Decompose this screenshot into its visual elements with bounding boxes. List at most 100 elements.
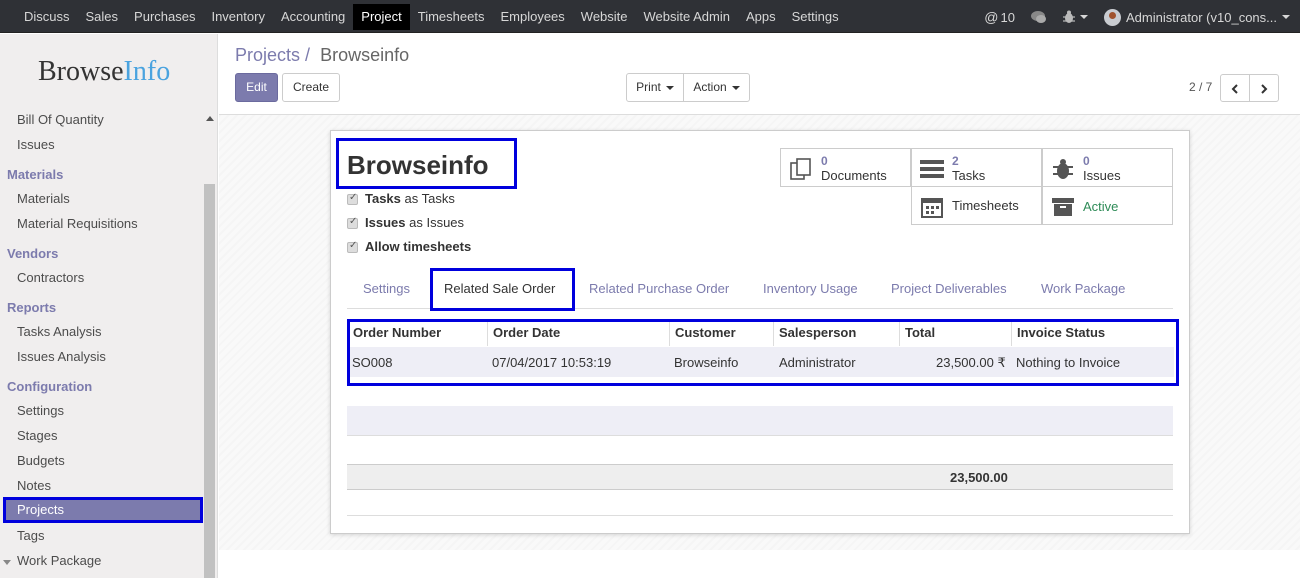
company-logo: BrowseInfo xyxy=(38,56,171,87)
column-separator xyxy=(669,322,670,346)
debug-menu-button[interactable] xyxy=(1062,10,1088,24)
calendar-icon xyxy=(921,198,943,218)
user-name: Administrator (v10_cons... xyxy=(1125,9,1277,25)
tab-inventory-usage[interactable]: Inventory Usage xyxy=(763,281,858,296)
tasks-label: Tasks xyxy=(952,168,986,183)
sidebar-item-budgets[interactable]: Budgets xyxy=(17,453,65,468)
messaging-button[interactable] xyxy=(1030,10,1047,24)
chevron-left-icon xyxy=(1231,84,1238,94)
user-menu[interactable]: Administrator (v10_cons... xyxy=(1103,8,1290,26)
column-separator xyxy=(1011,322,1012,346)
menu-settings[interactable]: Settings xyxy=(784,4,847,30)
sidebar-item-bill-of-quantity[interactable]: Bill Of Quantity xyxy=(17,112,104,127)
menu-apps[interactable]: Apps xyxy=(738,4,784,30)
menu-inventory[interactable]: Inventory xyxy=(203,4,272,30)
chevron-down-icon xyxy=(665,85,674,90)
column-header-order-number[interactable]: Order Number xyxy=(353,325,441,340)
column-separator xyxy=(773,322,774,346)
tab-work-package[interactable]: Work Package xyxy=(1041,281,1125,296)
menu-employees[interactable]: Employees xyxy=(492,4,572,30)
project-title[interactable]: Browseinfo xyxy=(347,150,489,181)
sidebar-item-issues[interactable]: Issues xyxy=(17,137,55,152)
sidebar-item-projects[interactable]: Projects xyxy=(3,497,203,523)
menu-timesheets[interactable]: Timesheets xyxy=(410,4,493,30)
sidebar-category-reports[interactable]: Reports xyxy=(7,300,56,315)
sidebar-category-materials[interactable]: Materials xyxy=(7,167,63,182)
main-menu: Discuss Sales Purchases Inventory Accoun… xyxy=(16,4,847,30)
breadcrumb-projects-link[interactable]: Projects xyxy=(235,45,300,65)
cell-salesperson: Administrator xyxy=(779,355,856,370)
allow-timesheets-checkbox[interactable] xyxy=(347,240,358,253)
issues-checkbox-label: Issues as Issues xyxy=(365,215,465,230)
tasks-icon xyxy=(920,160,944,178)
footer-total: 23,500.00 xyxy=(950,470,1008,485)
top-navbar: Discuss Sales Purchases Inventory Accoun… xyxy=(0,0,1300,33)
documents-icon xyxy=(790,158,811,180)
sidebar-item-material-requisitions[interactable]: Material Requisitions xyxy=(17,216,138,231)
documents-smart-button[interactable]: 0 Documents xyxy=(780,148,911,187)
menu-purchases[interactable]: Purchases xyxy=(126,4,203,30)
sidebar-scrollbar[interactable] xyxy=(204,184,215,578)
timesheets-smart-button[interactable]: Timesheets xyxy=(911,186,1042,225)
sidebar: BrowseInfo Bill Of Quantity Issues Mater… xyxy=(0,34,218,578)
cell-invoice-status: Nothing to Invoice xyxy=(1016,355,1121,370)
column-separator xyxy=(487,322,488,346)
pager-next-button[interactable] xyxy=(1249,74,1279,102)
allow-timesheets-label: Allow timesheets xyxy=(365,239,472,254)
sidebar-category-configuration[interactable]: Configuration xyxy=(7,379,92,394)
mentions-button[interactable]: @ 10 xyxy=(984,9,1015,25)
breadcrumb-current: Browseinfo xyxy=(320,45,410,65)
breadcrumb: Projects / Browseinfo xyxy=(235,45,409,66)
edit-button[interactable]: Edit xyxy=(235,73,278,102)
column-header-salesperson[interactable]: Salesperson xyxy=(779,325,856,340)
tasks-count: 2 xyxy=(952,154,959,168)
archive-icon xyxy=(1052,198,1074,216)
table-footer xyxy=(347,464,1173,490)
sidebar-item-stages[interactable]: Stages xyxy=(17,428,57,443)
issues-smart-button[interactable]: 0 Issues xyxy=(1042,148,1173,187)
cell-customer: Browseinfo xyxy=(674,355,739,370)
cell-total: 23,500.00 ₹ xyxy=(936,355,1006,370)
at-icon: @ xyxy=(984,9,999,25)
tab-settings[interactable]: Settings xyxy=(363,281,410,296)
menu-project[interactable]: Project xyxy=(353,4,410,30)
sidebar-item-tags[interactable]: Tags xyxy=(17,528,44,543)
column-header-total[interactable]: Total xyxy=(905,325,935,340)
issues-checkbox[interactable] xyxy=(347,216,358,229)
menu-accounting[interactable]: Accounting xyxy=(273,4,353,30)
pager-value[interactable]: 2 / 7 xyxy=(1189,80,1212,94)
tasks-checkbox[interactable] xyxy=(347,192,358,205)
scroll-up-arrow-icon[interactable] xyxy=(206,116,214,121)
sidebar-item-work-package[interactable]: Work Package xyxy=(17,553,101,568)
pager-previous-button[interactable] xyxy=(1220,74,1250,102)
menu-sales[interactable]: Sales xyxy=(78,4,127,30)
row-divider xyxy=(347,515,1173,516)
mentions-count: 10 xyxy=(1000,9,1015,25)
menu-website[interactable]: Website xyxy=(573,4,636,30)
sidebar-item-materials[interactable]: Materials xyxy=(17,191,70,206)
create-button[interactable]: Create xyxy=(282,73,340,102)
sidebar-item-tasks-analysis[interactable]: Tasks Analysis xyxy=(17,324,102,339)
column-header-customer[interactable]: Customer xyxy=(675,325,736,340)
column-header-order-date[interactable]: Order Date xyxy=(493,325,560,340)
chevron-right-icon xyxy=(1261,84,1268,94)
tab-project-deliverables[interactable]: Project Deliverables xyxy=(891,281,1007,296)
sidebar-category-vendors[interactable]: Vendors xyxy=(7,246,58,261)
chevron-down-icon xyxy=(1079,15,1088,19)
empty-table-row xyxy=(347,406,1173,436)
print-dropdown[interactable]: Print xyxy=(626,73,684,102)
tab-related-purchase-order[interactable]: Related Purchase Order xyxy=(589,281,729,296)
menu-website-admin[interactable]: Website Admin xyxy=(636,4,738,30)
active-toggle-button[interactable]: Active xyxy=(1042,186,1173,225)
action-dropdown[interactable]: Action xyxy=(683,73,750,102)
tasks-smart-button[interactable]: 2 Tasks xyxy=(911,148,1042,187)
sidebar-item-contractors[interactable]: Contractors xyxy=(17,270,84,285)
sidebar-item-issues-analysis[interactable]: Issues Analysis xyxy=(17,349,106,364)
sidebar-item-notes[interactable]: Notes xyxy=(17,478,51,493)
cell-order-number: SO008 xyxy=(352,355,393,370)
avatar xyxy=(1103,8,1121,26)
menu-discuss[interactable]: Discuss xyxy=(16,4,78,30)
sidebar-item-settings[interactable]: Settings xyxy=(17,403,64,418)
column-header-invoice-status[interactable]: Invoice Status xyxy=(1017,325,1105,340)
issues-count: 0 xyxy=(1083,154,1090,168)
